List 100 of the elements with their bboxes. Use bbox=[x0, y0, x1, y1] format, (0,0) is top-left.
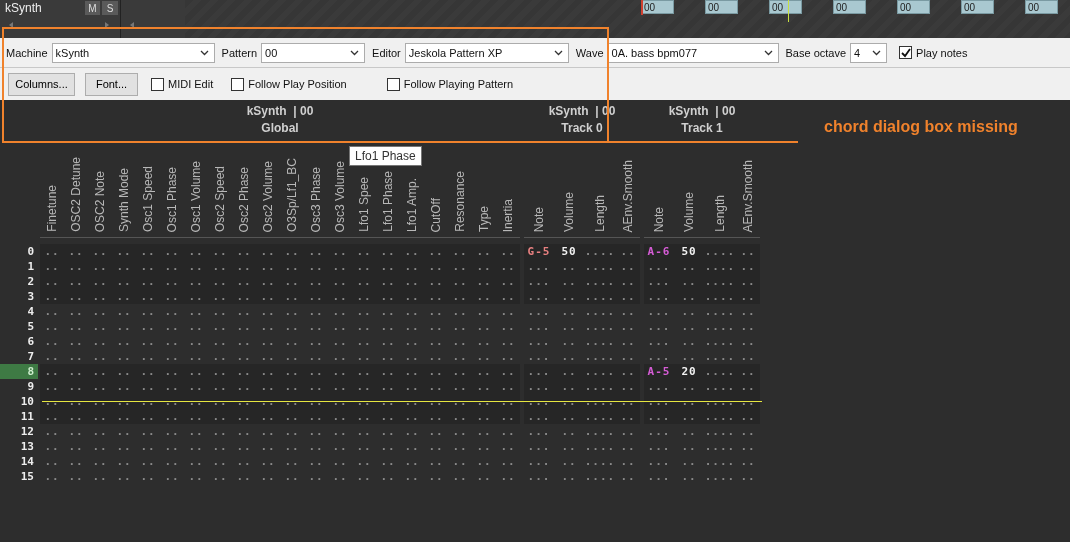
pattern-cell[interactable]: .. bbox=[40, 274, 64, 289]
pattern-cell[interactable]: .... bbox=[704, 364, 736, 379]
pattern-cell[interactable]: .. bbox=[616, 364, 640, 379]
pattern-cell[interactable]: .. bbox=[424, 409, 448, 424]
row-number[interactable]: 3 bbox=[0, 289, 38, 304]
pattern-cell[interactable]: .. bbox=[112, 409, 136, 424]
pattern-cell[interactable]: .. bbox=[184, 394, 208, 409]
pattern-cell[interactable]: .. bbox=[40, 289, 64, 304]
pattern-cell[interactable]: .. bbox=[88, 394, 112, 409]
pattern-cell[interactable]: .. bbox=[208, 244, 232, 259]
pattern-cell[interactable]: .. bbox=[256, 409, 280, 424]
pattern-cell[interactable]: .. bbox=[184, 259, 208, 274]
pattern-cell[interactable]: .. bbox=[40, 394, 64, 409]
pattern-cell[interactable]: .. bbox=[736, 409, 760, 424]
pattern-cell[interactable]: .. bbox=[280, 364, 304, 379]
pattern-cell[interactable]: .. bbox=[160, 274, 184, 289]
pattern-cell[interactable]: .. bbox=[280, 394, 304, 409]
pattern-cell[interactable]: .. bbox=[472, 244, 496, 259]
pattern-cell[interactable]: .. bbox=[554, 259, 584, 274]
pattern-block[interactable]: 00 bbox=[961, 0, 994, 14]
pattern-cell[interactable]: .. bbox=[424, 364, 448, 379]
row-number[interactable]: 15 bbox=[0, 469, 38, 484]
pattern-cell[interactable]: .. bbox=[352, 289, 376, 304]
dropdown[interactable]: 4 bbox=[850, 42, 888, 63]
pattern-cell[interactable]: .. bbox=[256, 244, 280, 259]
pattern-cell[interactable]: .. bbox=[616, 274, 640, 289]
pattern-cell[interactable]: .. bbox=[376, 394, 400, 409]
pattern-cell[interactable]: .. bbox=[400, 379, 424, 394]
pattern-cell[interactable]: .. bbox=[674, 409, 704, 424]
pattern-cell[interactable]: .. bbox=[88, 244, 112, 259]
pattern-block[interactable]: 00 bbox=[897, 0, 930, 14]
pattern-cell[interactable]: .. bbox=[376, 289, 400, 304]
pattern-cell[interactable]: .. bbox=[424, 274, 448, 289]
row-number[interactable]: 8 bbox=[0, 364, 38, 379]
pattern-cell[interactable]: .. bbox=[424, 379, 448, 394]
pattern-cell[interactable]: .. bbox=[448, 364, 472, 379]
pattern-cell[interactable]: .. bbox=[112, 274, 136, 289]
dropdown[interactable]: 0A. bass bpm077 bbox=[607, 42, 779, 63]
row-number[interactable]: 9 bbox=[0, 379, 38, 394]
pattern-cell[interactable]: .. bbox=[554, 364, 584, 379]
pattern-cell[interactable]: .. bbox=[160, 409, 184, 424]
pattern-cell[interactable]: .. bbox=[674, 394, 704, 409]
pattern-cell[interactable]: .. bbox=[400, 364, 424, 379]
pattern-cell[interactable]: .. bbox=[88, 289, 112, 304]
pattern-cell[interactable]: .. bbox=[554, 409, 584, 424]
pattern-cell[interactable]: .. bbox=[160, 394, 184, 409]
pattern-cell[interactable]: ... bbox=[524, 274, 554, 289]
pattern-cell[interactable]: .. bbox=[256, 379, 280, 394]
pattern-cell[interactable]: .. bbox=[280, 289, 304, 304]
pattern-cell[interactable]: ... bbox=[524, 259, 554, 274]
pattern-cell[interactable]: A-5 bbox=[644, 364, 674, 379]
pattern-cell[interactable]: ... bbox=[644, 274, 674, 289]
pattern-cell[interactable]: .. bbox=[304, 244, 328, 259]
pattern-cell[interactable]: .. bbox=[64, 259, 88, 274]
pattern-cell[interactable]: .. bbox=[136, 364, 160, 379]
dropdown[interactable]: Jeskola Pattern XP bbox=[404, 42, 569, 63]
pattern-cell[interactable]: .. bbox=[280, 409, 304, 424]
pattern-cell[interactable]: .. bbox=[208, 289, 232, 304]
pattern-cell[interactable]: .... bbox=[584, 379, 616, 394]
pattern-cell[interactable]: .... bbox=[584, 274, 616, 289]
pattern-cell[interactable]: 20 bbox=[674, 364, 704, 379]
pattern-cell[interactable]: .... bbox=[704, 394, 736, 409]
pattern-cell[interactable]: .. bbox=[328, 379, 352, 394]
pattern-cell[interactable]: .. bbox=[184, 244, 208, 259]
pattern-cell[interactable]: ... bbox=[644, 394, 674, 409]
pattern-cell[interactable]: .. bbox=[136, 379, 160, 394]
pattern-cell[interactable]: .. bbox=[232, 409, 256, 424]
pattern-cell[interactable]: .. bbox=[280, 244, 304, 259]
pattern-cell[interactable]: ... bbox=[524, 364, 554, 379]
pattern-cell[interactable]: .. bbox=[496, 289, 520, 304]
pattern-cell[interactable]: .... bbox=[584, 394, 616, 409]
pattern-cell[interactable]: .. bbox=[400, 409, 424, 424]
row-number[interactable]: 12 bbox=[0, 424, 38, 439]
pattern-cell[interactable]: .. bbox=[472, 379, 496, 394]
pattern-cell[interactable]: .. bbox=[208, 274, 232, 289]
pattern-cell[interactable]: ... bbox=[524, 379, 554, 394]
pattern-cell[interactable]: .. bbox=[424, 244, 448, 259]
pattern-cell[interactable]: .. bbox=[674, 274, 704, 289]
pattern-cell[interactable]: .. bbox=[280, 274, 304, 289]
pattern-cell[interactable]: .. bbox=[376, 259, 400, 274]
pattern-cell[interactable]: .. bbox=[400, 394, 424, 409]
pattern-cell[interactable]: .. bbox=[496, 364, 520, 379]
pattern-cell[interactable]: .. bbox=[136, 259, 160, 274]
pattern-cell[interactable]: G-5 bbox=[524, 244, 554, 259]
checkbox[interactable] bbox=[151, 77, 164, 91]
pattern-block[interactable]: 00 bbox=[769, 0, 802, 14]
pattern-cell[interactable]: .. bbox=[256, 274, 280, 289]
pattern-cell[interactable]: A-6 bbox=[644, 244, 674, 259]
pattern-cell[interactable]: .... bbox=[704, 409, 736, 424]
pattern-cell[interactable]: .. bbox=[328, 364, 352, 379]
pattern-cell[interactable]: .. bbox=[160, 244, 184, 259]
pattern-cell[interactable]: .. bbox=[616, 289, 640, 304]
track-button[interactable]: M bbox=[84, 1, 101, 15]
checkbox[interactable] bbox=[899, 46, 913, 59]
pattern-cell[interactable]: .. bbox=[328, 409, 352, 424]
pattern-cell[interactable]: .. bbox=[64, 289, 88, 304]
pattern-cell[interactable]: .... bbox=[704, 244, 736, 259]
pattern-block[interactable]: 00 bbox=[833, 0, 866, 14]
pattern-cell[interactable]: ... bbox=[524, 289, 554, 304]
pattern-cell[interactable]: .. bbox=[184, 289, 208, 304]
